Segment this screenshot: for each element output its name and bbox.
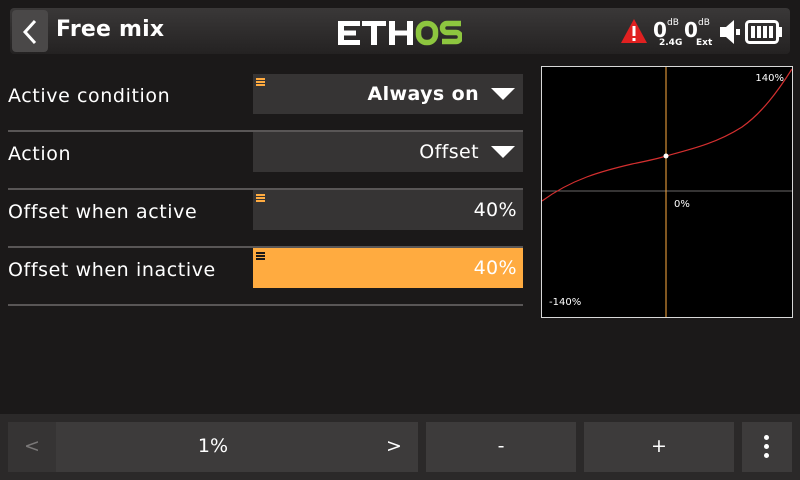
active-condition-row: Active condition Always on — [8, 74, 523, 132]
curve-center-label: 0% — [674, 199, 690, 210]
more-vert-icon — [764, 435, 770, 462]
battery-icon — [745, 20, 782, 44]
offset-active-value: 40% — [473, 199, 517, 221]
offset-inactive-value: 40% — [473, 257, 517, 279]
header-bar: Free mix 0 dB 2.4G 0 dB Ext — [0, 0, 800, 66]
menu-handle-icon — [256, 78, 265, 87]
rssi-ext-label: Ext — [696, 38, 713, 48]
active-condition-label: Active condition — [8, 85, 171, 107]
decrement-label: - — [497, 435, 505, 457]
curve-min-label: -140% — [549, 297, 582, 308]
more-menu-button[interactable] — [742, 422, 792, 472]
bottom-toolbar: < 1% > - + — [0, 414, 800, 480]
active-condition-value: Always on — [367, 83, 479, 105]
curve-max-label: 140% — [755, 73, 784, 84]
menu-handle-icon — [256, 194, 265, 203]
increment-button[interactable]: + — [584, 422, 734, 472]
decrement-button[interactable]: - — [426, 422, 576, 472]
offset-inactive-label: Offset when inactive — [8, 259, 216, 281]
offset-active-label: Offset when active — [8, 201, 198, 223]
curve-preview: 140% 0% -140% — [541, 66, 793, 318]
warning-icon — [621, 19, 647, 43]
curve-graph — [542, 67, 792, 317]
step-next-label: > — [386, 435, 402, 457]
page-title: Free mix — [56, 17, 165, 42]
action-label: Action — [8, 143, 72, 165]
rssi-24-label: 2.4G — [659, 38, 683, 48]
offset-active-field[interactable]: 40% — [253, 190, 523, 230]
offset-active-row: Offset when active 40% — [8, 190, 523, 248]
action-value: Offset — [419, 141, 479, 163]
speaker-icon[interactable] — [717, 19, 741, 45]
menu-handle-icon — [256, 252, 265, 261]
output-curve — [542, 68, 792, 202]
active-condition-dropdown[interactable]: Always on — [253, 74, 523, 114]
action-row: Action Offset — [8, 132, 523, 190]
back-button[interactable] — [12, 10, 48, 52]
step-next-button[interactable]: > — [370, 422, 418, 472]
row-divider — [8, 304, 523, 306]
rssi-24-unit: dB — [667, 18, 679, 28]
step-value: 1% — [197, 435, 229, 457]
curve-point — [663, 153, 669, 159]
dropdown-arrow-icon — [491, 146, 515, 158]
rssi-ext-unit: dB — [698, 18, 710, 28]
action-dropdown[interactable]: Offset — [253, 132, 523, 172]
back-arrow-icon — [22, 19, 37, 45]
increment-label: + — [651, 435, 667, 457]
offset-inactive-field[interactable]: 40% — [253, 248, 523, 288]
ethos-logo — [338, 20, 462, 46]
dropdown-arrow-icon — [491, 88, 515, 100]
step-selector: < 1% > — [8, 422, 418, 472]
offset-inactive-row: Offset when inactive 40% — [8, 248, 523, 306]
